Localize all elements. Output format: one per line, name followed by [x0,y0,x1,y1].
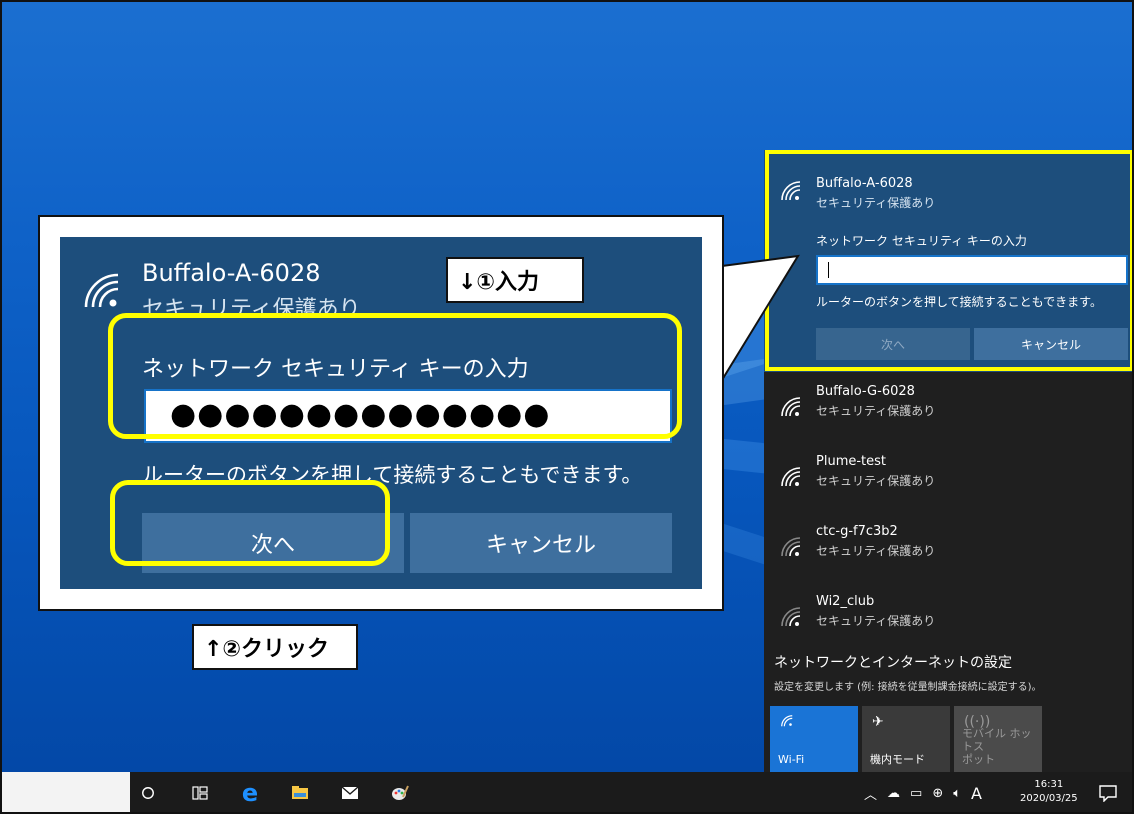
network-settings-link[interactable]: ネットワークとインターネットの設定 [774,652,1012,672]
system-tray: ︿ ☁ ▭ ⊕ 🔈︎ A [864,772,982,812]
mobile-hotspot-tile[interactable]: ((·)) モバイル ホットス ポット [954,706,1042,772]
clock-time: 16:31 [1034,779,1064,790]
wifi-weak-icon [781,537,801,557]
network-globe-icon[interactable]: ⊕ [932,786,943,801]
zoomed-network-panel: Buffalo-A-6028 セキュリティ保護あり ネットワーク セキュリティ … [60,237,702,589]
network-list-item[interactable]: ctc-g-f7c3b2 セキュリティ保護あり [764,520,1132,590]
network-security: セキュリティ保護あり [816,544,936,558]
taskbar-clock[interactable]: 16:31 2020/03/25 [1020,778,1078,806]
selected-network-panel: Buffalo-A-6028 セキュリティ保護あり ネットワーク セキュリティ … [764,150,1132,372]
router-button-hint: ルーターのボタンを押して接続することもできます。 [816,295,1102,309]
onedrive-cloud-icon[interactable]: ☁ [887,786,900,801]
network-security: セキュリティ保護あり [816,474,936,488]
network-ssid: Buffalo-G-6028 [816,384,915,399]
taskbar-start-area [2,772,130,812]
wifi-icon [781,467,801,487]
zoom-callout: Buffalo-A-6028 セキュリティ保護あり ネットワーク セキュリティ … [38,215,724,611]
wifi-toggle-tile[interactable]: Wi-Fi [770,706,858,772]
step2-annotation: ↑②クリック [192,624,358,670]
security-key-input[interactable] [816,255,1128,285]
chevron-up-icon[interactable]: ︿ [864,784,877,803]
network-security: セキュリティ保護あり [142,297,361,322]
router-button-hint: ルーターのボタンを押して接続することもできます。 [142,463,643,487]
clock-date: 2020/03/25 [1020,793,1078,804]
security-key-label: ネットワーク セキュリティ キーの入力 [816,234,1027,248]
wifi-icon [84,273,119,308]
wifi-weak-icon [781,607,801,627]
hotspot-tile-label: モバイル ホットス ポット [962,727,1032,766]
next-button[interactable]: 次へ [816,328,970,360]
task-view-icon[interactable] [188,782,212,804]
volume-icon[interactable]: 🔈︎ [953,786,961,801]
airplane-mode-tile[interactable]: ✈ 機内モード [862,706,950,772]
network-settings-description: 設定を変更します (例: 接続を従量制課金接続に設定する)。 [774,682,1042,693]
mail-icon[interactable] [338,782,362,804]
search-circle-icon[interactable] [136,782,160,804]
text-caret [828,262,829,278]
network-ssid: Buffalo-A-6028 [816,176,913,191]
wifi-icon [781,181,801,201]
wifi-icon [780,714,794,732]
network-ssid: Wi2_club [816,594,875,609]
network-ssid: Plume-test [816,454,887,469]
step1-annotation: ↓①入力 [446,257,584,303]
airplane-tile-label: 機内モード [870,753,925,766]
taskbar: e ︿ ☁ ▭ ⊕ 🔈︎ A 16:31 2020/03/25 [2,772,1132,812]
security-key-input[interactable]: ●●●●●●●●●●●●●● [144,389,672,443]
network-security: セキュリティ保護あり [816,196,936,210]
network-security: セキュリティ保護あり [816,614,936,628]
cancel-button[interactable]: キャンセル [410,513,672,573]
wifi-tile-label: Wi-Fi [778,753,805,766]
network-flyout: Buffalo-A-6028 セキュリティ保護あり ネットワーク セキュリティ … [764,150,1132,774]
ime-indicator[interactable]: A [971,784,982,803]
network-list-item[interactable]: Buffalo-G-6028 セキュリティ保護あり [764,380,1132,450]
password-mask: ●●●●●●●●●●●●●● [170,397,551,432]
battery-icon[interactable]: ▭ [910,786,922,801]
next-button[interactable]: 次へ [142,513,404,573]
network-list-item[interactable]: Wi2_club セキュリティ保護あり [764,590,1132,660]
network-ssid: ctc-g-f7c3b2 [816,524,898,539]
security-key-label: ネットワーク セキュリティ キーの入力 [142,357,529,382]
network-ssid: Buffalo-A-6028 [142,259,321,287]
edge-browser-icon[interactable]: e [238,779,262,807]
screenshot-frame: Buffalo-A-6028 セキュリティ保護あり ネットワーク セキュリティ … [0,0,1134,814]
wifi-icon [781,397,801,417]
file-explorer-icon[interactable] [288,782,312,804]
network-security: セキュリティ保護あり [816,404,936,418]
notification-center-icon[interactable] [1098,784,1118,803]
cancel-button[interactable]: キャンセル [974,328,1128,360]
paint-icon[interactable] [388,782,412,804]
airplane-icon: ✈ [872,714,884,730]
network-list-item[interactable]: Plume-test セキュリティ保護あり [764,450,1132,520]
